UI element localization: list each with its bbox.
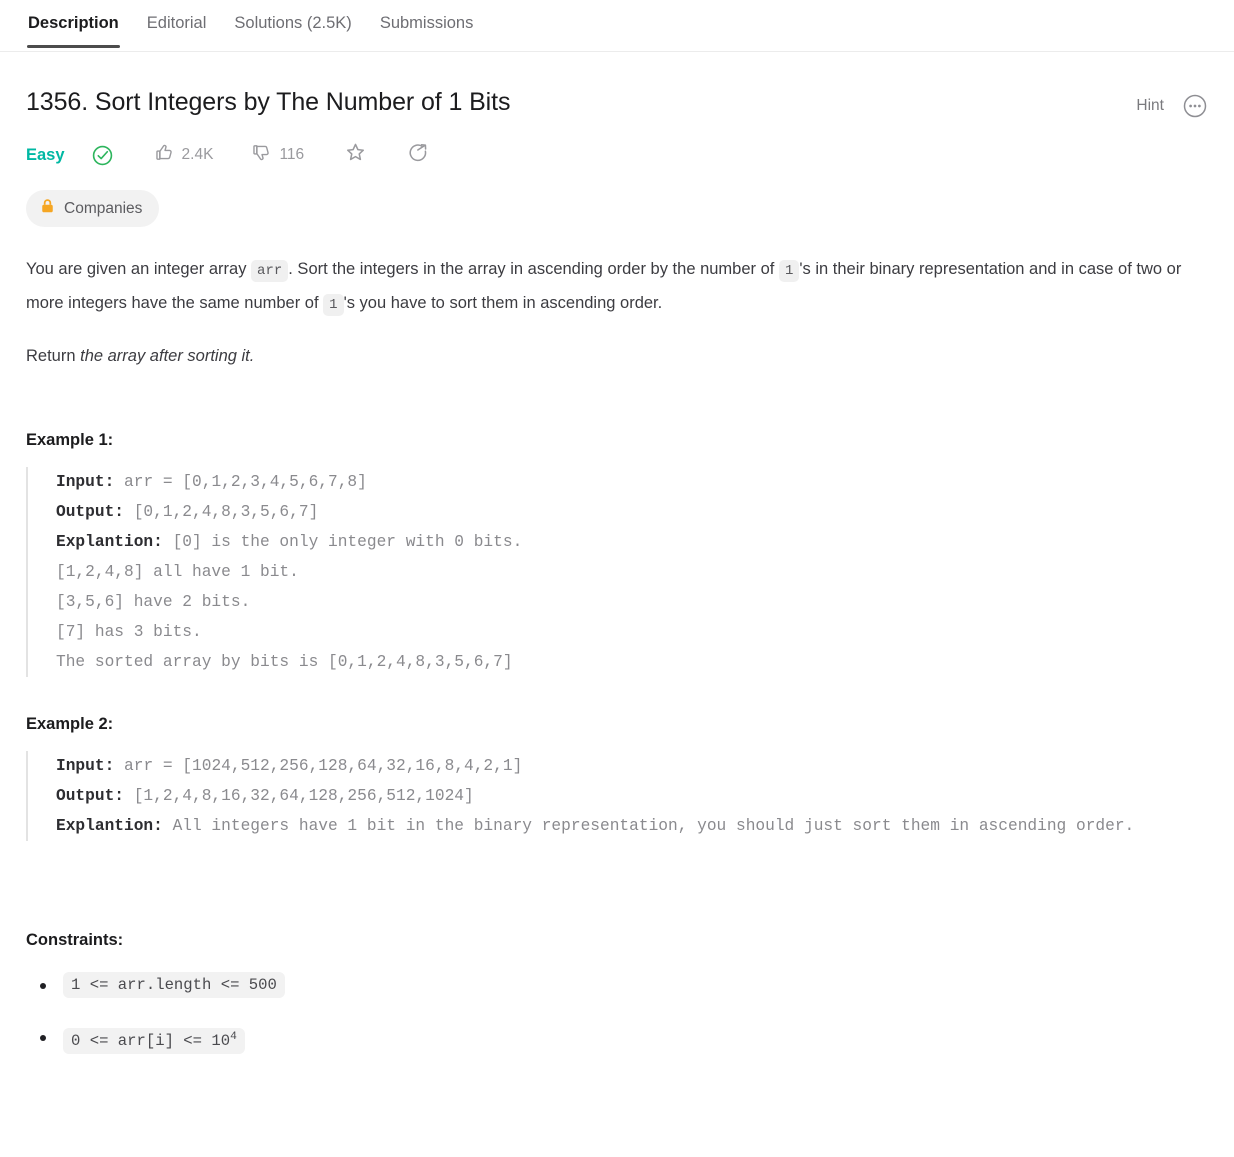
downvote-count: 116: [279, 146, 305, 163]
companies-button[interactable]: Companies: [26, 190, 160, 227]
downvote-button[interactable]: 116: [251, 142, 304, 168]
example-1-explanation-label: Explantion:: [56, 533, 163, 551]
example-2-explanation-value: All integers have 1 bit in the binary re…: [162, 817, 1135, 835]
example-2-input-label: Input:: [56, 757, 115, 775]
tab-description-label: Description: [28, 14, 119, 32]
example-2-explanation-label: Explantion:: [56, 817, 163, 835]
constraint-code-1-text: 1 <= arr.length <= 500: [71, 976, 277, 994]
constraints-heading: Constraints:: [26, 931, 124, 949]
tab-description[interactable]: Description: [14, 0, 133, 48]
favorite-button[interactable]: [344, 141, 367, 169]
title-actions: Hint: [1136, 87, 1208, 119]
example-1-output-value: [0,1,2,4,8,3,5,6,7]: [124, 503, 319, 521]
example-2-output-label: Output:: [56, 787, 124, 805]
tab-editorial-label: Editorial: [146, 14, 207, 32]
desc-text-4: 's you have to sort them in ascending or…: [343, 294, 663, 312]
star-icon: [344, 141, 367, 169]
desc-text-1: You are given an integer array: [26, 260, 252, 278]
constraint-code-1: 1 <= arr.length <= 500: [63, 972, 285, 998]
example-1-block: Input: arr = [0,1,2,3,4,5,6,7,8] Output:…: [26, 467, 1208, 677]
tab-solutions[interactable]: Solutions (2.5K): [220, 0, 365, 48]
constraints-list: 1 <= arr.length <= 500 0 <= arr[i] <= 10…: [26, 972, 1208, 1055]
lock-icon: [40, 198, 55, 219]
title-row: 1356. Sort Integers by The Number of 1 B…: [26, 52, 1208, 119]
problem-page: Description Editorial Solutions (2.5K) S…: [0, 0, 1234, 1157]
constraint-code-2-text: 0 <= arr[i] <= 10: [71, 1032, 231, 1051]
hint-button[interactable]: Hint: [1136, 97, 1164, 115]
upvote-count: 2.4K: [181, 146, 214, 163]
example-1-input-value: arr = [0,1,2,3,4,5,6,7,8]: [114, 473, 367, 491]
inline-code-one-a: 1: [778, 260, 800, 282]
companies-row: Companies: [26, 190, 1208, 227]
difficulty-badge: Easy: [26, 145, 65, 164]
example-1-explanation-value: [0] is the only integer with 0 bits. [1,…: [56, 533, 523, 671]
constraint-code-2: 0 <= arr[i] <= 104: [63, 1028, 245, 1055]
constraint-item: 1 <= arr.length <= 500: [37, 972, 1208, 998]
constraint-code-2-exponent: 4: [230, 1031, 237, 1043]
share-button[interactable]: [407, 141, 430, 169]
tab-editorial[interactable]: Editorial: [133, 0, 221, 48]
problem-content: 1356. Sort Integers by The Number of 1 B…: [0, 52, 1234, 1055]
example-2-output-value: [1,2,4,8,16,32,64,128,256,512,1024]: [124, 787, 474, 805]
example-2-input-value: arr = [1024,512,256,128,64,32,16,8,4,2,1…: [114, 757, 523, 775]
upvote-button[interactable]: 2.4K: [154, 142, 214, 168]
example-1-output-label: Output:: [56, 503, 124, 521]
thumbs-up-icon: [154, 142, 175, 168]
description-paragraph-1: You are given an integer array arr. Sort…: [26, 253, 1186, 321]
tab-submissions[interactable]: Submissions: [366, 0, 488, 48]
share-icon: [407, 141, 430, 169]
thumbs-down-icon: [251, 142, 272, 168]
desc-text-2: . Sort the integers in the array in asce…: [288, 260, 779, 278]
description-paragraph-2: Return the array after sorting it.: [26, 340, 1186, 372]
companies-label: Companies: [64, 199, 143, 217]
example-1-heading: Example 1:: [26, 431, 114, 449]
constraint-item: 0 <= arr[i] <= 104: [37, 1024, 1208, 1055]
tab-submissions-label: Submissions: [379, 14, 474, 32]
tab-solutions-label: Solutions (2.5K): [234, 14, 352, 32]
example-2-block: Input: arr = [1024,512,256,128,64,32,16,…: [26, 751, 1208, 841]
ellipsis-circle-icon[interactable]: [1182, 93, 1208, 119]
tab-bar: Description Editorial Solutions (2.5K) S…: [0, 0, 1234, 52]
example-2-heading: Example 2:: [26, 715, 114, 733]
page-title: 1356. Sort Integers by The Number of 1 B…: [26, 88, 511, 116]
meta-row: Easy 2.4K 116: [26, 142, 1208, 168]
return-italic-text: the array after sorting it.: [80, 347, 255, 365]
inline-code-arr: arr: [251, 260, 289, 282]
inline-code-one-b: 1: [323, 294, 344, 316]
check-circle-icon: [91, 144, 114, 167]
example-1-input-label: Input:: [56, 473, 115, 491]
return-text: Return: [26, 347, 81, 365]
